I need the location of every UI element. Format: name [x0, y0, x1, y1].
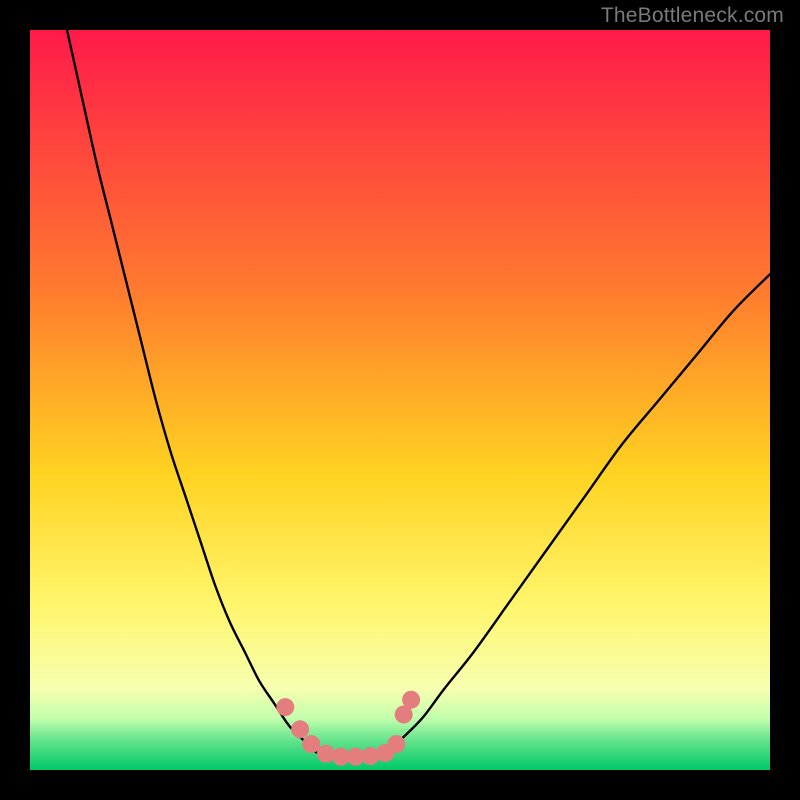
chart-frame: TheBottleneck.com	[0, 0, 800, 800]
watermark-text: TheBottleneck.com	[601, 4, 784, 28]
data-marker	[402, 691, 420, 709]
data-marker	[317, 745, 335, 763]
data-marker	[302, 735, 320, 753]
data-marker	[387, 735, 405, 753]
data-marker	[361, 747, 379, 765]
data-marker	[276, 698, 294, 716]
data-marker	[291, 720, 309, 738]
bottleneck-chart	[30, 30, 770, 770]
